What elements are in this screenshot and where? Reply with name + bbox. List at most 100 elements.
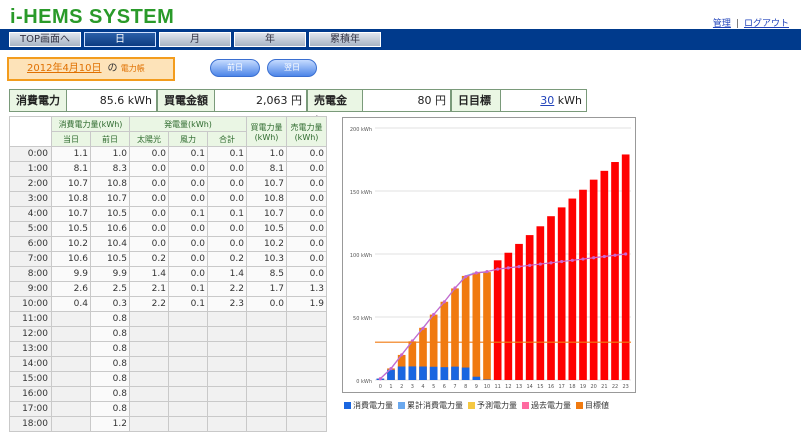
target-point (506, 266, 510, 270)
target-point (485, 270, 489, 274)
table-cell: 10.5 (90, 251, 130, 267)
x-tick-label: 3 (411, 384, 414, 390)
table-cell (168, 371, 208, 387)
x-tick-label: 7 (453, 384, 456, 390)
x-tick-label: 20 (590, 384, 596, 390)
row-time: 10:00 (9, 296, 52, 312)
row-time: 14:00 (9, 356, 52, 372)
bar-past (547, 216, 555, 380)
legend-swatch (576, 402, 583, 409)
x-tick-label: 9 (475, 384, 478, 390)
x-tick-label: 22 (612, 384, 618, 390)
consumption-label: 消費電力 (9, 89, 67, 112)
tab-top[interactable]: TOP画面へ (9, 32, 81, 47)
table-cell (246, 386, 287, 402)
target-point (570, 258, 574, 262)
bar-past (579, 189, 587, 380)
target-point (432, 312, 436, 317)
tab-month[interactable]: 月 (159, 32, 231, 47)
table-cell: 1.4 (207, 266, 247, 282)
table-cell: 0.0 (207, 176, 247, 192)
table-cell (286, 371, 327, 387)
date-title: 電力帳 (120, 64, 145, 73)
subheader-today: 当日 (51, 131, 91, 147)
table-cell: 0.0 (286, 191, 327, 207)
target-point (549, 261, 553, 265)
table-cell (51, 311, 91, 327)
next-day-button[interactable]: 翌日 (267, 59, 317, 77)
table-cell (168, 401, 208, 417)
table-cell (129, 326, 169, 342)
table-cell (168, 416, 208, 432)
table-cell: 10.7 (246, 206, 287, 222)
target-point (528, 263, 532, 267)
row-time: 11:00 (9, 311, 52, 327)
table-cell: 10.3 (246, 251, 287, 267)
bar-past (589, 179, 598, 380)
bar-past (611, 162, 619, 380)
table-cell: 0.0 (168, 236, 208, 252)
table-cell (51, 401, 91, 417)
table-row: 16:00 0.8 (9, 386, 327, 402)
chart-container: 0 kWh 50 kWh 100 kWh 150 kWh 200 kWh 0 1 2 3 4 5 6 7… (342, 117, 636, 393)
target-point (613, 253, 617, 257)
table-cell (168, 356, 208, 372)
current-date[interactable]: 2012年4月10日 (27, 63, 102, 74)
table-cell: 0.0 (286, 176, 327, 192)
legend-label: 過去電力量 (531, 401, 571, 410)
x-tick-label: 0 (379, 384, 382, 390)
legend-swatch (522, 402, 529, 409)
y-tick-label: 200 kWh (350, 127, 372, 133)
table-cell: 0.0 (168, 176, 208, 192)
table-cell: 0.0 (286, 206, 327, 222)
bar-past (557, 207, 566, 380)
tab-day[interactable]: 日 (84, 32, 156, 47)
bar-consumption (419, 366, 427, 380)
table-cell: 1.9 (286, 296, 327, 312)
row-time: 1:00 (9, 161, 52, 177)
table-cell (168, 386, 208, 402)
logout-link[interactable]: ログアウト (744, 19, 789, 29)
link-separator: | (735, 19, 739, 29)
table-row: 3:00 10.8 10.7 0.0 0.0 0.0 10.8 0.0 (9, 191, 327, 207)
bar-past (568, 198, 577, 380)
table-cell (286, 341, 327, 357)
x-tick-label: 8 (464, 384, 467, 390)
table-row: 0:00 1.1 1.0 0.0 0.1 0.1 1.0 0.0 (9, 146, 327, 162)
table-row: 15:00 0.8 (9, 371, 327, 387)
table-cell (168, 311, 208, 327)
bar-consumption (472, 376, 481, 380)
admin-link[interactable]: 管理 (713, 19, 731, 29)
table-cell (286, 401, 327, 417)
prev-day-button[interactable]: 前日 (210, 59, 260, 77)
target-value-link[interactable]: 30 (540, 94, 554, 107)
subheader-total: 合計 (207, 131, 247, 147)
table-cell (207, 356, 247, 372)
x-tick-label: 16 (548, 384, 554, 390)
bar-consumption (483, 379, 491, 380)
table-cell (51, 356, 91, 372)
table-cell (129, 356, 169, 372)
table-cell: 0.8 (90, 341, 130, 357)
table-cell: 0.8 (90, 386, 130, 402)
table-row: 17:00 0.8 (9, 401, 327, 417)
table-cell: 0.0 (129, 176, 169, 192)
table-cell (207, 416, 247, 432)
table-cell: 0.0 (129, 236, 169, 252)
tab-year[interactable]: 年 (234, 32, 306, 47)
corner-cell (9, 116, 52, 147)
bar-consumption (397, 366, 406, 380)
bar-past (621, 154, 630, 380)
table-cell: 1.4 (129, 266, 169, 282)
bar-past (493, 260, 502, 380)
table-row: 7:00 10.6 10.5 0.2 0.0 0.2 10.3 0.0 (9, 251, 327, 267)
x-tick-label: 5 (432, 384, 435, 390)
table-cell: 10.5 (246, 221, 287, 237)
table-cell: 0.0 (246, 296, 287, 312)
table-cell: 0.0 (286, 221, 327, 237)
table-cell: 0.0 (168, 221, 208, 237)
x-tick-label: 2 (400, 384, 403, 390)
bar-consumption (451, 366, 459, 380)
legend-swatch (468, 402, 475, 409)
tab-cumulative-year[interactable]: 累積年 (309, 32, 381, 47)
